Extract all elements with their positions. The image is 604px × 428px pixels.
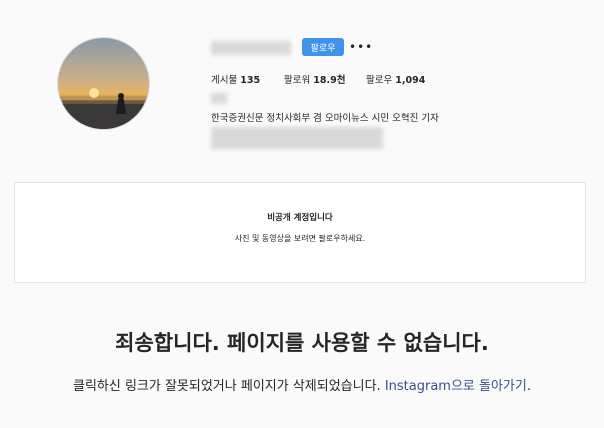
stat-posts-value: 135 bbox=[240, 75, 261, 86]
profile-avatar[interactable] bbox=[57, 37, 150, 130]
error-headline: 죄송합니다. 페이지를 사용할 수 없습니다. bbox=[115, 331, 489, 355]
private-account-description: 사진 및 동영상을 보려면 팔로우하세요. bbox=[234, 234, 366, 243]
stat-followers-label: 팔로워 bbox=[284, 75, 311, 86]
profile-bio: 한국증권신문 정치사회부 겸 오마이뉴스 시민 오혁진 기자 bbox=[211, 113, 439, 124]
fullname-redacted bbox=[211, 93, 227, 104]
private-account-title: 비공개 계정입니다 bbox=[267, 213, 333, 223]
back-to-instagram-link[interactable]: Instagram으로 돌아가기 bbox=[385, 379, 527, 394]
stat-followers[interactable]: 팔로워 18.9천 bbox=[284, 72, 345, 86]
stat-following-value: 1,094 bbox=[395, 75, 426, 86]
stat-posts-label: 게시물 bbox=[211, 75, 238, 86]
more-horizontal-icon[interactable]: ••• bbox=[349, 40, 373, 54]
stat-following[interactable]: 팔로우 1,094 bbox=[366, 72, 425, 86]
private-account-card: 비공개 계정입니다 사진 및 동영상을 보려면 팔로우하세요. bbox=[14, 182, 586, 283]
error-message: 클릭하신 링크가 잘못되었거나 페이지가 삭제되었습니다. Instagram으… bbox=[0, 375, 604, 394]
sunset-photo bbox=[58, 38, 149, 129]
error-message-text: 클릭하신 링크가 잘못되었거나 페이지가 삭제되었습니다. bbox=[72, 379, 385, 394]
bio-link-redacted bbox=[211, 127, 383, 149]
stat-followers-value: 18.9천 bbox=[313, 75, 346, 86]
stat-following-label: 팔로우 bbox=[366, 75, 393, 86]
follow-button[interactable]: 팔로우 bbox=[302, 38, 344, 56]
stat-posts: 게시물 135 bbox=[211, 72, 260, 86]
username-redacted bbox=[211, 41, 291, 55]
error-message-end: . bbox=[526, 379, 531, 394]
